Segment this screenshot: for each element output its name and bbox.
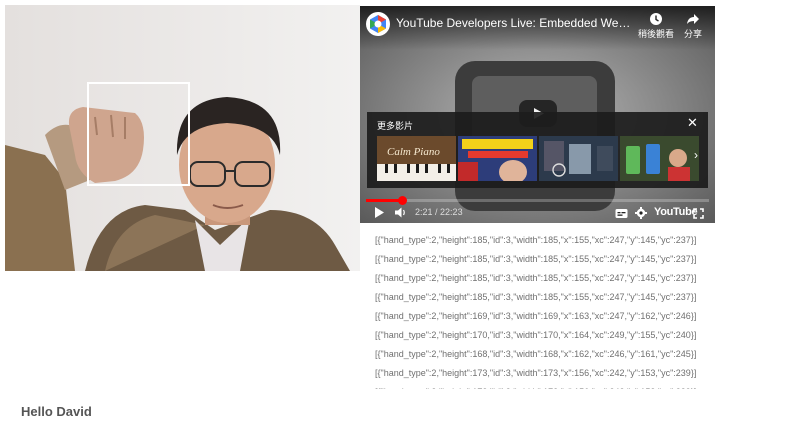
log-line: [{"hand_type":2,"height":185,"id":3,"wid… — [375, 254, 697, 264]
log-line: [{"hand_type":2,"height":168,"id":3,"wid… — [375, 349, 697, 359]
thumbnail-text: Calm Piano — [387, 146, 440, 158]
thumbnail-calm-piano[interactable]: Calm Piano — [377, 136, 456, 181]
news-clip-image — [458, 136, 537, 181]
more-videos-panel: 更多影片 ✕ Calm Piano › — [367, 112, 708, 188]
video-title[interactable]: YouTube Developers Live: Embedded Web Pl… — [396, 16, 634, 30]
gear-icon — [635, 207, 647, 219]
log-line: [{"hand_type":2,"height":185,"id":3,"wid… — [375, 235, 697, 245]
phones-clip-image — [620, 136, 699, 181]
play-icon — [375, 207, 384, 218]
volume-icon — [395, 207, 405, 218]
clock-icon — [650, 13, 662, 25]
time-display: 2:21 / 22:23 — [415, 207, 463, 217]
close-icon[interactable]: ✕ — [687, 115, 698, 131]
subtitles-icon — [615, 209, 628, 218]
play-pause-button[interactable] — [373, 206, 385, 223]
more-videos-title: 更多影片 — [377, 121, 414, 131]
subtitles-button[interactable] — [615, 206, 628, 223]
log-line: [{"hand_type":2,"height":185,"id":3,"wid… — [375, 292, 697, 302]
webcam-feed — [5, 5, 360, 271]
share-label: 分享 — [683, 29, 702, 39]
google-developers-logo-icon — [370, 15, 386, 33]
thumbnail-news-clip[interactable] — [458, 136, 537, 181]
progress-fill — [366, 199, 402, 202]
youtube-player[interactable]: YouTube Developers Live: Embedded Web Pl… — [360, 6, 715, 223]
thumbnail-presentation-clip[interactable] — [539, 136, 618, 181]
greeting-text: Hello David — [21, 404, 92, 419]
volume-button[interactable] — [394, 206, 407, 223]
fullscreen-icon — [693, 208, 704, 219]
log-line: [{"hand_type":2,"height":173,"id":3,"wid… — [375, 383, 715, 389]
settings-button[interactable] — [635, 206, 647, 223]
thumbnail-phones-clip[interactable] — [620, 136, 699, 181]
log-line: [{"hand_type":2,"height":170,"id":3,"wid… — [375, 330, 697, 340]
calm-piano-image: Calm Piano — [377, 136, 456, 181]
chevron-right-icon[interactable]: › — [694, 148, 698, 162]
current-time: 2:21 — [415, 207, 433, 217]
duration: 22:23 — [440, 207, 463, 217]
youtube-logo-link[interactable]: YouTube — [654, 206, 698, 218]
share-button[interactable]: 分享 — [671, 12, 715, 40]
log-line: [{"hand_type":2,"height":169,"id":3,"wid… — [375, 311, 697, 321]
log-line: [{"hand_type":2,"height":185,"id":3,"wid… — [375, 273, 697, 283]
progress-bar[interactable] — [366, 196, 709, 205]
scrubber-handle[interactable] — [398, 196, 407, 205]
hand-detection-box — [87, 82, 190, 186]
hand-detection-log[interactable]: [{"hand_type":2,"height":185,"id":3,"wid… — [375, 231, 715, 389]
presentation-clip-image — [539, 136, 618, 181]
channel-avatar[interactable] — [366, 12, 390, 36]
share-arrow-icon — [687, 14, 699, 24]
log-line: [{"hand_type":2,"height":173,"id":3,"wid… — [375, 368, 697, 378]
time-separator: / — [432, 207, 441, 217]
fullscreen-button[interactable] — [693, 206, 704, 223]
